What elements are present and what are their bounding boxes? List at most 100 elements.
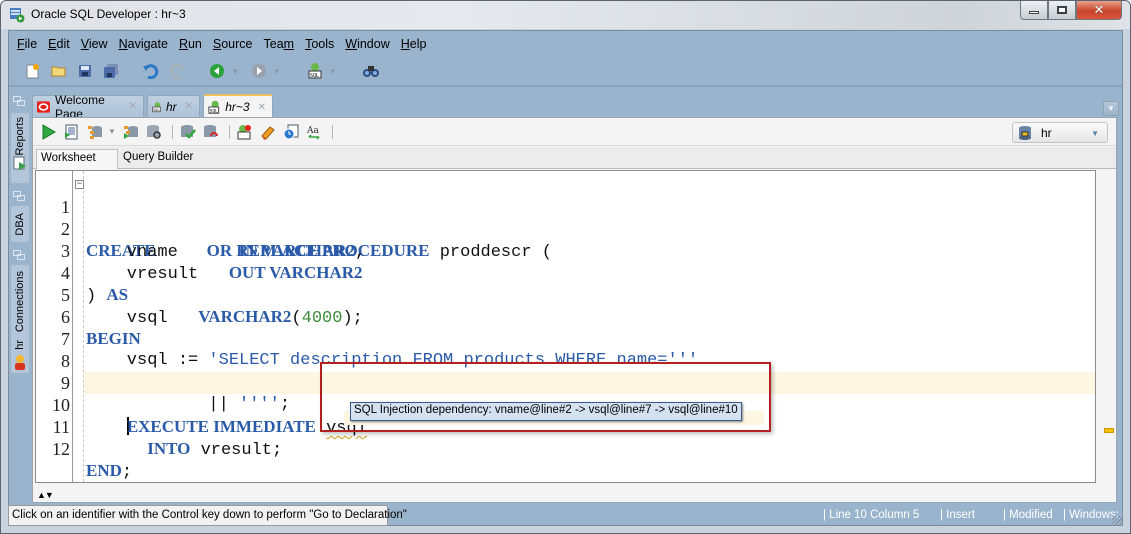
subtab-label: Query Builder [123, 151, 194, 163]
connection-select[interactable]: hr ▼ [1012, 122, 1108, 143]
user-icon [15, 354, 25, 370]
toolbar-separator [228, 124, 230, 139]
main-toolbar: ▼ ▼ SQL ▼ [9, 57, 1122, 87]
restore-dock-icon[interactable] [13, 96, 25, 106]
status-message: Click on an identifier with the Control … [8, 505, 407, 526]
warning-marker[interactable] [1104, 428, 1114, 433]
code-line: 3 vresult OUT VARCHAR2 [36, 218, 1095, 284]
worksheet-subtabs: Worksheet Query Builder [33, 147, 1116, 169]
reports-icon [13, 156, 26, 170]
connection-name: hr [1041, 125, 1052, 140]
sql-icon: SQL [208, 100, 220, 114]
tab-welcome-page[interactable]: Welcome Page ✕ [32, 93, 144, 121]
restore-dock-icon[interactable] [13, 250, 25, 260]
close-tab-icon[interactable]: ✕ [258, 102, 266, 113]
sql-tuning-icon[interactable] [145, 122, 164, 142]
svg-text:Aa: Aa [306, 126, 319, 136]
menu-run[interactable]: Run [177, 37, 208, 51]
toolbar-separator [331, 124, 333, 139]
dock-tab-reports[interactable]: Reports [10, 112, 30, 184]
redo-icon[interactable] [167, 61, 187, 81]
subtab-worksheet[interactable]: Worksheet [36, 149, 118, 169]
tab-label: hr [165, 99, 177, 114]
autotrace-icon[interactable] [122, 122, 141, 142]
menu-help[interactable]: Help [399, 37, 433, 51]
subtab-label: Worksheet [41, 152, 96, 164]
left-dock: Reports DBA Connections hr [8, 90, 30, 511]
find-icon[interactable] [361, 61, 381, 81]
tab-hr-3[interactable]: SQL hr~3 ✕ [203, 94, 273, 118]
menu-edit[interactable]: Edit [46, 37, 76, 51]
minimize-icon [1029, 11, 1039, 14]
dock-tab-label: Reports [14, 117, 26, 156]
save-icon[interactable] [75, 61, 95, 81]
forward-dropdown-icon[interactable]: ▼ [273, 67, 281, 76]
menu-team[interactable]: Team [262, 37, 301, 51]
forward-icon[interactable] [249, 61, 269, 81]
run-script-icon[interactable] [62, 122, 81, 142]
dock-tab-label: hr [14, 340, 26, 350]
resize-grip-icon[interactable] [1112, 516, 1122, 526]
modified-status: | Modified [1003, 509, 1053, 521]
code-line: 5 vsql VARCHAR2(4000); [36, 262, 1095, 328]
close-tab-icon[interactable]: ✕ [185, 101, 193, 112]
rollback-icon[interactable] [202, 122, 221, 142]
restore-dock-icon[interactable] [13, 191, 25, 201]
chevron-down-icon: ▼ [1107, 104, 1115, 113]
fold-collapse-icon[interactable]: − [75, 180, 84, 189]
sql-worksheet-dropdown-icon[interactable]: ▼ [329, 67, 337, 76]
database-icon [1019, 125, 1031, 140]
dock-tab-connections[interactable]: Connections hr [10, 264, 30, 374]
title-bar: Oracle SQL Developer : hr~3 ✕ [1, 1, 1130, 29]
window-controls: ✕ [1020, 1, 1122, 21]
worksheet-toolbar: ▼ Aa hr ▼ [33, 118, 1116, 146]
undo-icon[interactable] [141, 61, 161, 81]
unshared-sql-icon[interactable] [236, 122, 255, 142]
dock-tab-label: DBA [14, 212, 26, 236]
minimize-button[interactable] [1020, 1, 1048, 20]
menu-source[interactable]: Source [211, 37, 259, 51]
menu-view[interactable]: View [79, 37, 114, 51]
dock-tab-dba[interactable]: DBA [10, 205, 30, 243]
maximize-button[interactable] [1048, 1, 1076, 20]
line-number: 9 [61, 373, 70, 393]
chevron-down-icon: ▼ [1091, 129, 1099, 138]
oracle-icon [37, 100, 50, 113]
menu-navigate[interactable]: Navigate [117, 37, 174, 51]
sql-worksheet-icon[interactable]: SQL [305, 61, 325, 81]
editor-nav-arrows[interactable]: ▲▼ [37, 490, 54, 500]
commit-icon[interactable] [179, 122, 198, 142]
clear-icon[interactable] [259, 122, 278, 142]
save-all-icon[interactable] [101, 61, 121, 81]
explain-plan-icon[interactable] [85, 122, 104, 142]
explain-dropdown-icon[interactable]: ▼ [108, 127, 116, 136]
code-line: 2 vname IN VARCHAR2, [36, 196, 1095, 262]
subtab-query-builder[interactable]: Query Builder [119, 149, 199, 169]
tab-hr[interactable]: SQL hr ✕ [147, 95, 200, 117]
cursor-position: | Line 10 Column 5 [823, 509, 920, 521]
menu-file[interactable]: File [15, 37, 43, 51]
close-tab-icon[interactable]: ✕ [129, 101, 137, 112]
format-case-icon[interactable]: Aa [305, 122, 324, 142]
close-icon: ✕ [1093, 2, 1105, 18]
close-button[interactable]: ✕ [1076, 1, 1122, 20]
app-icon [10, 8, 25, 23]
tab-list-button[interactable]: ▼ [1103, 101, 1119, 116]
back-icon[interactable] [207, 61, 227, 81]
new-icon[interactable] [23, 61, 43, 81]
sql-history-icon[interactable] [282, 122, 301, 142]
code-editor[interactable]: 1 − CREATE OR REPLACE PROCEDURE proddesc… [35, 170, 1096, 483]
code-line: 8 || vname [36, 328, 1095, 392]
open-icon[interactable] [49, 61, 69, 81]
editor-tabs: Welcome Page ✕ SQL hr ✕ SQL hr~3 ✕ ▼ [32, 93, 1123, 121]
menu-tools[interactable]: Tools [303, 37, 340, 51]
code-line: 4 ) AS [36, 240, 1095, 306]
window-title: Oracle SQL Developer : hr~3 [31, 7, 186, 21]
back-dropdown-icon[interactable]: ▼ [231, 67, 239, 76]
code-line: 1 − CREATE OR REPLACE PROCEDURE proddesc… [36, 174, 1095, 263]
run-statement-icon[interactable] [39, 122, 58, 142]
menu-window[interactable]: Window [343, 37, 395, 51]
insert-mode[interactable]: | Insert [940, 509, 975, 521]
line-number: 12 [52, 439, 70, 459]
svg-text:SQL: SQL [153, 108, 159, 112]
